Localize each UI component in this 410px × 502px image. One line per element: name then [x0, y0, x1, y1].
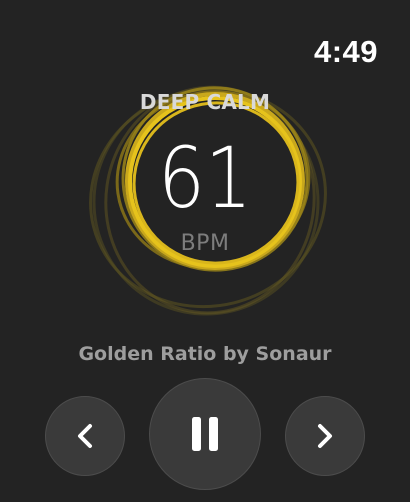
- track-title: Golden Ratio by Sonaur: [78, 343, 332, 365]
- clock-time: 4:49: [313, 34, 378, 69]
- previous-button[interactable]: [45, 396, 125, 476]
- chevron-right-icon: [318, 424, 332, 448]
- bpm-value: 61: [157, 129, 253, 227]
- chevron-left-icon: [78, 424, 92, 448]
- mode-title: DEEP CALM: [139, 90, 271, 114]
- next-button[interactable]: [285, 396, 365, 476]
- bpm-unit-label: BPM: [180, 231, 230, 256]
- play-pause-button[interactable]: [149, 378, 261, 490]
- pause-icon: [192, 417, 218, 451]
